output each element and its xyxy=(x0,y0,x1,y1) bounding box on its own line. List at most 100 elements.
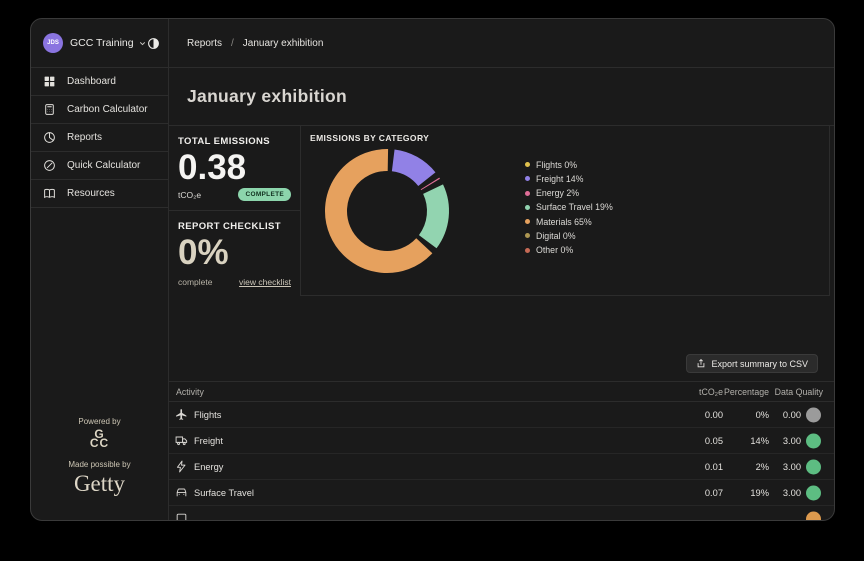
activity-cell: Flights xyxy=(194,409,222,420)
checklist-caption: complete xyxy=(178,277,213,287)
data-quality-indicator xyxy=(806,407,821,422)
total-emissions-value: 0.38 xyxy=(178,148,247,187)
powered-by-label: Powered by xyxy=(78,417,121,426)
summary-cards: TOTAL EMISSIONS 0.38 tCO₂e COMPLETE REPO… xyxy=(169,126,301,296)
export-label: Export summary to CSV xyxy=(711,358,808,369)
export-csv-button[interactable]: Export summary to CSV xyxy=(686,354,818,373)
breadcrumb-current: January exhibition xyxy=(242,37,324,49)
tco2e-cell: 0.00 xyxy=(704,409,723,420)
sidebar-item-label: Quick Calculator xyxy=(67,160,141,171)
made-possible-by-label: Made possible by xyxy=(68,460,131,469)
table-row[interactable] xyxy=(169,506,834,520)
sidebar-item-reports[interactable]: Reports xyxy=(31,124,168,152)
sidebar-item-label: Dashboard xyxy=(67,76,116,87)
legend-label: Flights 0% xyxy=(536,159,578,170)
sidebar-item-label: Carbon Calculator xyxy=(67,104,148,115)
legend-item: Flights 0% xyxy=(525,159,613,170)
screen: JDS GCC Training Dashboard Carbon Calcul… xyxy=(0,0,864,561)
activity-cell: Energy xyxy=(194,461,224,472)
sidebar-item-dashboard[interactable]: Dashboard xyxy=(31,68,168,96)
table-row[interactable]: Flights 0.00 0% 0.00 xyxy=(169,402,834,428)
column-data-quality: Data Quality xyxy=(774,386,823,397)
legend-dot xyxy=(525,176,530,182)
tco2e-cell: 0.07 xyxy=(704,487,723,498)
avatar: JDS xyxy=(43,33,63,53)
legend-dot xyxy=(525,219,530,225)
page-title: January exhibition xyxy=(187,86,348,106)
legend-label: Digital 0% xyxy=(536,230,576,241)
data-quality-cell: 3.00 xyxy=(782,487,801,498)
activity-cell: Surface Travel xyxy=(194,487,254,498)
bolt-icon xyxy=(175,460,189,474)
box-icon xyxy=(175,512,189,520)
table-row[interactable]: Surface Travel 0.07 19% 3.00 xyxy=(169,480,834,506)
legend-item: Other 0% xyxy=(525,245,613,255)
legend-item: Energy 2% xyxy=(525,188,613,199)
chart-legend: Flights 0% Freight 14% Energy 2% Surface Tr… xyxy=(525,160,613,260)
legend-dot xyxy=(525,204,530,210)
report-checklist-label: REPORT CHECKLIST xyxy=(178,221,281,232)
main-content: Reports / January exhibition January exh… xyxy=(169,19,834,520)
legend-item: Digital 0% xyxy=(525,230,613,241)
sidebar-item-resources[interactable]: Resources xyxy=(31,180,168,208)
plane-icon xyxy=(175,408,189,422)
sidebar-item-carbon-calculator[interactable]: Carbon Calculator xyxy=(31,96,168,124)
pie-chart-icon xyxy=(43,131,57,145)
table-row[interactable]: Freight 0.05 14% 3.00 xyxy=(169,428,834,454)
legend-dot xyxy=(525,247,530,253)
table-row[interactable]: Energy 0.01 2% 3.00 xyxy=(169,454,834,480)
donut-segment-freight[interactable] xyxy=(391,149,436,187)
emissions-chart-panel: EMISSIONS BY CATEGORY Flights 0% Freight … xyxy=(301,126,830,296)
data-quality-indicator xyxy=(806,433,821,448)
column-activity: Activity xyxy=(176,386,204,397)
legend-item: Surface Travel 19% xyxy=(525,202,613,212)
theme-toggle-icon[interactable] xyxy=(147,37,160,50)
table-header: Activity tCO₂e Percentage Data Quality xyxy=(169,381,834,402)
org-switcher[interactable]: JDS GCC Training xyxy=(31,19,168,68)
sidebar: JDS GCC Training Dashboard Carbon Calcul… xyxy=(31,19,169,520)
app-window: JDS GCC Training Dashboard Carbon Calcul… xyxy=(30,18,835,521)
donut-chart xyxy=(325,149,449,273)
data-quality-indicator xyxy=(806,485,821,500)
emissions-table: Activity tCO₂e Percentage Data Quality F… xyxy=(169,381,834,520)
column-tco2e: tCO₂e xyxy=(699,386,723,397)
breadcrumb: Reports / January exhibition xyxy=(169,19,834,68)
data-quality-cell: 0.00 xyxy=(782,409,801,420)
donut-segment-surface-travel[interactable] xyxy=(418,184,449,249)
tco2e-cell: 0.05 xyxy=(704,435,723,446)
truck-icon xyxy=(175,434,189,448)
donut-segment-energy[interactable] xyxy=(420,177,440,191)
data-quality-cell: 3.00 xyxy=(782,461,801,472)
gauge-icon xyxy=(43,159,57,173)
chevron-down-icon xyxy=(138,39,147,48)
getty-logo: Getty xyxy=(73,471,126,496)
sidebar-item-label: Resources xyxy=(67,188,115,199)
legend-dot xyxy=(525,233,530,239)
percentage-cell: 0% xyxy=(755,409,769,420)
column-percentage: Percentage xyxy=(724,386,769,397)
legend-label: Freight 14% xyxy=(536,173,584,184)
calculator-icon xyxy=(43,103,57,117)
gcc-logo: G CC xyxy=(89,427,110,450)
status-badge: COMPLETE xyxy=(238,188,291,201)
checklist-percent: 0% xyxy=(178,233,229,272)
tco2e-cell: 0.01 xyxy=(704,461,723,472)
legend-label: Materials 65% xyxy=(536,216,592,227)
legend-item: Freight 14% xyxy=(525,173,613,184)
percentage-cell: 2% xyxy=(755,461,769,472)
legend-dot xyxy=(525,190,530,196)
table-body: Flights 0.00 0% 0.00 Freight 0.05 14% 3.00 Energ… xyxy=(169,402,834,520)
sidebar-footer: Powered by G CC Made possible by Getty xyxy=(31,417,168,497)
chart-title: EMISSIONS BY CATEGORY xyxy=(310,133,430,143)
view-checklist-link[interactable]: view checklist xyxy=(239,277,291,287)
export-icon xyxy=(696,358,706,369)
legend-label: Energy 2% xyxy=(536,188,580,199)
total-emissions-card: TOTAL EMISSIONS 0.38 tCO₂e COMPLETE xyxy=(169,126,300,211)
report-checklist-card: REPORT CHECKLIST 0% complete view checkl… xyxy=(169,211,300,296)
legend-dot xyxy=(525,162,530,167)
grid-icon xyxy=(43,75,57,89)
sidebar-item-quick-calculator[interactable]: Quick Calculator xyxy=(31,152,168,180)
activity-cell: Freight xyxy=(194,435,223,446)
breadcrumb-reports[interactable]: Reports xyxy=(187,38,222,49)
percentage-cell: 14% xyxy=(750,435,769,446)
